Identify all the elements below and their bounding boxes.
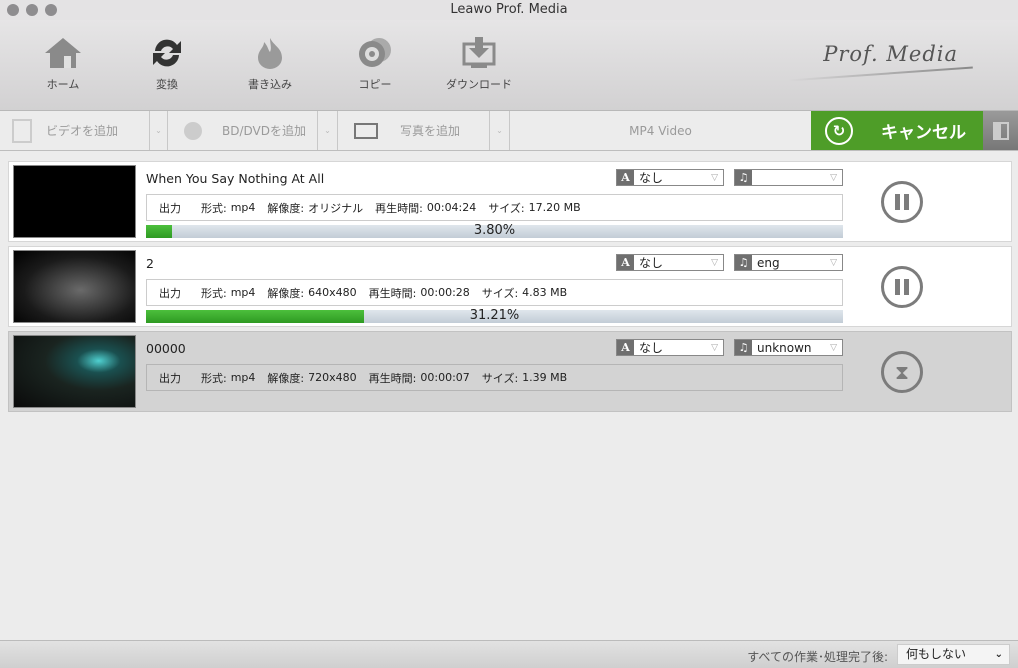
music-note-icon: ♫ [735,340,752,355]
conversion-item[interactable]: 2 A なし ▽ ♫ eng ▽ 出力 形式: mp4 解像度: 640x480 再生時間: 00:… [8,246,1012,327]
after-complete-select[interactable]: 何もしない ⌄ [897,644,1010,665]
chevron-down-icon: ⌄ [994,649,1003,660]
video-thumbnail [13,335,136,408]
subtitle-icon: A [617,255,634,270]
hourglass-icon: ⧗ [881,351,923,393]
title-bar: Leawo Prof. Media [0,0,1018,20]
add-video-button[interactable]: ビデオを追加 [0,111,150,150]
item-name: When You Say Nothing At All [146,171,325,186]
chevron-down-icon: ▽ [711,172,718,183]
nav-copy[interactable]: コピー [335,36,415,92]
disc-add-icon [184,121,202,140]
chevron-down-icon: ⌄ [155,126,162,135]
subtitle-icon: A [617,340,634,355]
subtitle-dropdown[interactable]: A なし ▽ [616,254,724,271]
chevron-down-icon: ▽ [711,257,718,268]
minimize-button[interactable] [26,4,38,16]
nav-home[interactable]: ホーム [23,36,103,92]
brand-underline [788,66,973,82]
nav-convert[interactable]: 変換 [127,36,207,92]
output-profile-selector[interactable]: MP4 Video [510,111,811,150]
music-note-icon: ♫ [735,170,752,185]
output-info: 出力 形式: mp4 解像度: 720x480 再生時間: 00:00:07 サイズ: 1.39… [146,364,843,391]
chevron-down-icon: ▽ [830,172,837,183]
status-bar: すべての作業･処理完了後: 何もしない ⌄ [0,640,1018,668]
convert-icon [153,39,181,67]
audio-dropdown[interactable]: ♫ unknown ▽ [734,339,843,356]
output-info: 出力 形式: mp4 解像度: 640x480 再生時間: 00:00:28 サイズ: 4.83… [146,279,843,306]
chevron-down-icon: ⌄ [496,126,503,135]
add-disc-dropdown[interactable]: ⌄ [318,111,338,150]
chevron-down-icon: ▽ [830,257,837,268]
progress-bar: 3.80% [146,223,843,238]
nav-burn[interactable]: 書き込み [230,36,310,92]
add-photo-dropdown[interactable]: ⌄ [490,111,510,150]
pause-button[interactable] [881,266,923,308]
after-complete-label: すべての作業･処理完了後: [747,650,888,664]
subtitle-dropdown[interactable]: A なし ▽ [616,169,724,186]
progress-bar: 31.21% [146,308,843,323]
audio-dropdown[interactable]: ♫ eng ▽ [734,254,843,271]
home-icon [45,38,81,68]
layout-icon [992,121,1009,140]
brand-logo: Prof. Media [823,42,958,66]
subtitle-dropdown[interactable]: A なし ▽ [616,339,724,356]
film-add-icon [12,118,32,143]
subtitle-icon: A [617,170,634,185]
cancel-button[interactable]: ↻ キャンセル [811,111,983,150]
chevron-down-icon: ⌄ [324,126,331,135]
item-name: 00000 [146,341,186,356]
zoom-button[interactable] [45,4,57,16]
video-thumbnail [13,165,136,238]
flame-icon [258,38,282,69]
video-thumbnail [13,250,136,323]
disc-copy-icon [359,38,391,67]
add-video-dropdown[interactable]: ⌄ [150,111,168,150]
add-photo-button[interactable]: 写真を追加 [338,111,490,150]
audio-dropdown[interactable]: ♫ ▽ [734,169,843,186]
output-info: 出力 形式: mp4 解像度: オリジナル 再生時間: 00:04:24 サイズ: 17.20 … [146,194,843,221]
add-disc-button[interactable]: BD/DVDを追加 [168,111,318,150]
photo-add-icon [354,122,378,139]
main-toolbar: ホーム 変換 書き込み コピー ダウンロード Prof. Media [0,20,1018,111]
conversion-item[interactable]: 00000 A なし ▽ ♫ unknown ▽ 出力 形式: mp4 解像度: 720x480… [8,331,1012,412]
window-controls[interactable] [7,4,57,16]
music-note-icon: ♫ [735,255,752,270]
window-title: Leawo Prof. Media [450,2,568,17]
refresh-icon: ↻ [825,116,853,145]
chevron-down-icon: ▽ [830,342,837,353]
nav-download[interactable]: ダウンロード [439,36,519,92]
pause-button[interactable] [881,181,923,223]
chevron-down-icon: ▽ [711,342,718,353]
item-name: 2 [146,256,154,271]
close-button[interactable] [7,4,19,16]
download-icon [462,37,496,68]
layout-toggle-button[interactable] [983,111,1018,150]
conversion-item[interactable]: When You Say Nothing At All A なし ▽ ♫ ▽ 出力 形式… [8,161,1012,242]
